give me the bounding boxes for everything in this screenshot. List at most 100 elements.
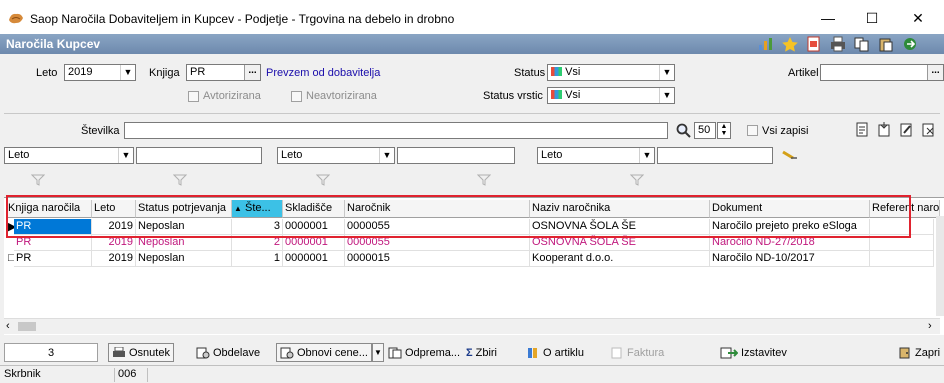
chevron-down-icon: ▼ (379, 148, 394, 163)
paste-icon[interactable] (877, 36, 895, 52)
vertical-scrollbar[interactable] (936, 216, 944, 316)
browse-ellipsis-icon[interactable]: ... (244, 65, 260, 80)
status-select-value: Vsi (565, 66, 581, 78)
zbiri-label: Zbiri (475, 346, 497, 359)
chevron-down-icon: ▼ (373, 348, 382, 357)
neavtorizirana-label: Neavtorizirana (306, 90, 377, 102)
highlight-box (6, 195, 911, 238)
edit-document-icon[interactable] (899, 122, 913, 137)
column-filter-icon[interactable] (316, 174, 330, 186)
status-label: Status (514, 67, 546, 79)
status-select[interactable]: Vsi ▼ (547, 64, 675, 81)
status-vrstic-select[interactable]: Vsi ▼ (547, 87, 675, 104)
zbiri-button[interactable]: Σ Zbiri (466, 343, 497, 362)
filter-1-value: Leto (8, 149, 30, 161)
record-count: 3 (47, 346, 55, 359)
clear-filter-icon[interactable] (781, 148, 799, 162)
scroll-right-icon[interactable]: › (928, 320, 932, 332)
sigma-icon: Σ (466, 346, 473, 359)
prevzem-link[interactable]: Prevzem od dobavitelja (266, 67, 380, 79)
import-document-icon[interactable] (877, 122, 891, 137)
scroll-left-icon[interactable]: ‹ (6, 320, 10, 332)
chevron-down-icon: ▼ (120, 65, 135, 80)
refresh-prices-icon (280, 347, 294, 358)
minimize-button[interactable]: — (808, 6, 848, 30)
search-icon[interactable] (676, 123, 691, 138)
info-item-icon (528, 347, 537, 358)
leto-select[interactable]: 2019 ▼ (64, 64, 136, 81)
table-cell-stevilka[interactable]: 1 (232, 251, 283, 267)
favorite-star-icon[interactable] (781, 36, 799, 52)
vsi-zapisi-label: Vsi zapisi (762, 125, 809, 137)
new-document-icon[interactable] (855, 122, 869, 137)
filter-2-input[interactable] (397, 147, 515, 164)
knjiga-field-value: PR (190, 66, 206, 78)
column-filter-icon[interactable] (630, 174, 644, 186)
count-spinner[interactable]: ▲ ▼ (717, 122, 731, 139)
browse-ellipsis-icon[interactable]: ... (927, 65, 943, 80)
obnovi-cene-button[interactable]: Obnovi cene... (276, 343, 372, 362)
close-button[interactable]: ✕ (898, 6, 938, 30)
record-count-field[interactable]: 50 (694, 122, 716, 139)
avtorizirana-checkbox[interactable] (188, 91, 199, 102)
table-cell-dokument[interactable]: Naročilo ND-10/2017 (710, 251, 870, 267)
filter-1-select[interactable]: Leto ▼ (4, 147, 134, 164)
record-count-display: 3 (4, 343, 98, 362)
status-bar: Skrbnik 006 (0, 365, 944, 383)
exit-icon[interactable] (901, 36, 919, 52)
column-filter-icon[interactable] (31, 174, 45, 186)
table-cell-knjiga[interactable]: PR (14, 251, 92, 267)
filter-1-input[interactable] (136, 147, 262, 164)
izstavitev-button[interactable]: Izstavitev (720, 343, 787, 362)
issue-document-icon (720, 347, 738, 358)
izstavitev-label: Izstavitev (741, 346, 787, 359)
status-vrstic-label: Status vrstic (483, 90, 543, 102)
table-cell-leto[interactable]: 2019 (92, 251, 136, 267)
neavtorizirana-checkbox[interactable] (291, 91, 302, 102)
leto-label: Leto (36, 67, 58, 79)
multi-status-icon (551, 90, 562, 99)
table-cell-status[interactable]: Neposlan (136, 251, 232, 267)
horizontal-scrollbar[interactable]: ‹ › (4, 318, 940, 334)
obdelave-label: Obdelave (213, 346, 261, 359)
delete-document-icon[interactable] (921, 122, 935, 137)
form-header-bar: Naročila Kupcev (0, 34, 944, 54)
osnutek-label: Osnutek (129, 346, 170, 359)
table-cell-narocnik[interactable]: 0000015 (345, 251, 530, 267)
chart-icon[interactable] (757, 36, 775, 52)
filter-3-input[interactable] (657, 147, 773, 164)
maximize-button[interactable]: ☐ (852, 6, 892, 30)
filter-2-select[interactable]: Leto ▼ (277, 147, 395, 164)
chevron-down-icon: ▼ (659, 88, 674, 103)
zapri-button[interactable]: Zapri (898, 343, 940, 362)
faktura-button[interactable]: Faktura (610, 343, 664, 362)
column-filter-icon[interactable] (173, 174, 187, 186)
obdelave-button[interactable]: Obdelave (196, 343, 260, 362)
status-user: Skrbnik (4, 368, 41, 380)
document-icon[interactable] (805, 36, 823, 52)
app-logo-icon (9, 13, 23, 24)
obnovi-cene-dropdown[interactable]: ▼ (371, 343, 384, 362)
print-icon[interactable] (829, 36, 847, 52)
knjiga-field[interactable]: PR ... (186, 64, 261, 81)
vsi-zapisi-checkbox[interactable] (747, 125, 758, 136)
table-cell-naziv[interactable]: Kooperant d.o.o. (530, 251, 710, 267)
obnovi-cene-label: Obnovi cene... (297, 346, 368, 359)
artikel-field[interactable]: ... (820, 64, 944, 81)
table-cell-skladisce[interactable]: 0000001 (283, 251, 345, 267)
printer-icon (113, 346, 125, 357)
o-artiklu-button[interactable]: O artiklu (526, 343, 584, 362)
column-filter-icon[interactable] (477, 174, 491, 186)
table-cell-referent[interactable] (870, 251, 934, 267)
filter-3-value: Leto (541, 149, 563, 161)
odprema-label: Odprema... (405, 346, 461, 359)
zapri-label: Zapri (915, 346, 941, 359)
odprema-button[interactable]: Odprema... (388, 343, 460, 362)
stevilka-input[interactable] (124, 122, 668, 139)
faktura-label: Faktura (627, 346, 665, 359)
filter-3-select[interactable]: Leto ▼ (537, 147, 655, 164)
osnutek-button[interactable]: Osnutek (108, 343, 174, 362)
scroll-thumb[interactable] (18, 322, 36, 331)
stevilka-label: Številka (81, 125, 120, 137)
copy-icon[interactable] (853, 36, 871, 52)
